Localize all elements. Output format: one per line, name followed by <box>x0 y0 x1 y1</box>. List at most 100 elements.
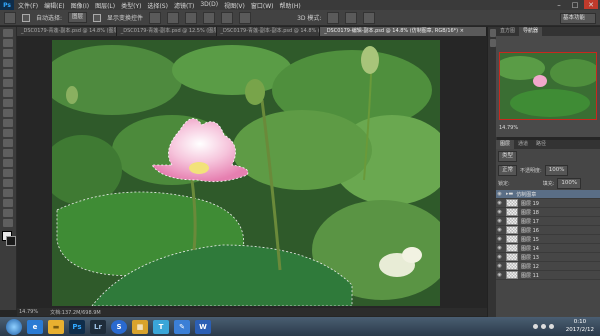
navigator-zoom[interactable]: 14.79% <box>499 125 518 131</box>
history-brush-tool-icon[interactable] <box>3 119 13 127</box>
opacity-field[interactable]: 100% <box>544 165 569 176</box>
tab-document-active[interactable]: _DSC0179-编辑-副本.psd @ 14.8% (仿制图章, RGB/16… <box>320 27 487 36</box>
align-left-icon[interactable] <box>203 11 216 24</box>
layer-row[interactable]: ◉ 图层 16 <box>496 226 600 235</box>
menu-layer[interactable]: 图层(L) <box>95 1 115 10</box>
align-top-icon[interactable] <box>149 11 162 24</box>
layer-group-row[interactable]: ◉ ▸▬ 仿制图章 <box>496 190 600 199</box>
minimize-button[interactable]: – <box>552 0 566 9</box>
move-tool-preset-icon[interactable] <box>4 11 16 24</box>
tab-paths[interactable]: 路径 <box>532 140 550 149</box>
visibility-eye-icon[interactable]: ◉ <box>496 218 503 224</box>
clone-stamp-tool-icon[interactable] <box>3 109 13 117</box>
menu-select[interactable]: 选择(S) <box>147 1 168 10</box>
ie-icon[interactable]: e <box>27 319 43 334</box>
visibility-eye-icon[interactable]: ◉ <box>496 254 503 260</box>
browser-icon[interactable]: S <box>111 319 127 334</box>
start-button[interactable] <box>6 318 22 335</box>
layer-row[interactable]: ◉ 图层 18 <box>496 208 600 217</box>
menu-edit[interactable]: 编辑(E) <box>44 1 64 10</box>
3d-roll-icon[interactable] <box>345 11 358 24</box>
workspace-dropdown[interactable]: 基本功能 <box>560 13 596 24</box>
layer-kind-dropdown[interactable]: 类型 <box>498 151 518 162</box>
layer-row[interactable]: ◉ 图层 17 <box>496 217 600 226</box>
tray-volume-icon[interactable] <box>541 324 546 329</box>
eraser-tool-icon[interactable] <box>3 129 13 137</box>
maximize-button[interactable]: □ <box>568 0 582 9</box>
tray-ime-icon[interactable] <box>549 324 554 329</box>
blend-mode-dropdown[interactable]: 正常 <box>498 165 518 176</box>
font-icon[interactable]: T <box>153 319 169 334</box>
pen-tool-icon[interactable] <box>3 169 13 177</box>
visibility-eye-icon[interactable]: ◉ <box>496 200 503 206</box>
tab-document-2[interactable]: _DSC0179-青莲-副本.psd @ 12.5% (图层... <box>116 27 217 36</box>
menu-filter[interactable]: 滤镜(T) <box>174 1 194 10</box>
fill-field[interactable]: 100% <box>557 178 582 189</box>
lightroom-icon[interactable]: Lr <box>90 319 106 334</box>
tray-network-icon[interactable] <box>533 324 538 329</box>
visibility-eye-icon[interactable]: ◉ <box>496 227 503 233</box>
move-tool-icon[interactable] <box>3 29 13 37</box>
properties-panel-icon[interactable] <box>489 39 496 47</box>
tab-channels[interactable]: 通道 <box>514 140 532 149</box>
zoom-readout[interactable]: 14.79% <box>19 309 38 315</box>
show-transform-checkbox[interactable] <box>93 13 102 22</box>
layer-row[interactable]: ◉ 图层 15 <box>496 235 600 244</box>
visibility-eye-icon[interactable]: ◉ <box>496 263 503 269</box>
visibility-eye-icon[interactable]: ◉ <box>496 209 503 215</box>
layer-row[interactable]: ◉ 图层 13 <box>496 253 600 262</box>
photoshop-icon[interactable]: Ps <box>69 319 85 334</box>
align-middle-icon[interactable] <box>167 11 180 24</box>
brush-tool-icon[interactable] <box>3 99 13 107</box>
explorer-icon[interactable]: ▦ <box>132 319 148 334</box>
word-icon[interactable]: W <box>195 319 211 334</box>
tab-document-3[interactable]: _DSC0179-青莲-副本-副本.psd @ 14.8% (选... <box>216 27 321 36</box>
auto-select-dropdown[interactable]: 图层 <box>68 12 88 23</box>
visibility-eye-icon[interactable]: ◉ <box>496 191 503 197</box>
dodge-tool-icon[interactable] <box>3 159 13 167</box>
layer-row[interactable]: ◉ 图层 14 <box>496 244 600 253</box>
menu-file[interactable]: 文件(F) <box>18 1 38 10</box>
align-bottom-icon[interactable] <box>185 11 198 24</box>
lasso-tool-icon[interactable] <box>3 49 13 57</box>
layer-row[interactable]: ◉ 图层 12 <box>496 262 600 271</box>
type-tool-icon[interactable] <box>3 179 13 187</box>
auto-select-checkbox[interactable] <box>22 13 30 22</box>
folder-icon[interactable]: ▬ <box>48 319 64 334</box>
pen-icon[interactable]: ✎ <box>174 319 190 334</box>
menu-help[interactable]: 帮助(H) <box>280 1 301 10</box>
background-color-swatch[interactable] <box>6 236 16 246</box>
hand-tool-icon[interactable] <box>3 209 13 217</box>
menu-3d[interactable]: 3D(D) <box>200 1 218 10</box>
crop-tool-icon[interactable] <box>3 69 13 77</box>
menu-image[interactable]: 图像(I) <box>71 1 89 10</box>
visibility-eye-icon[interactable]: ◉ <box>496 236 503 242</box>
navigator-thumbnail[interactable] <box>499 52 597 120</box>
shape-tool-icon[interactable] <box>3 199 13 207</box>
tab-histogram[interactable]: 直方图 <box>496 27 519 36</box>
marquee-tool-icon[interactable] <box>3 39 13 47</box>
3d-drag-icon[interactable] <box>363 11 376 24</box>
zoom-tool-icon[interactable] <box>3 219 13 227</box>
visibility-eye-icon[interactable]: ◉ <box>496 245 503 251</box>
align-center-icon[interactable] <box>221 11 234 24</box>
close-button[interactable]: ✕ <box>584 0 598 9</box>
history-panel-icon[interactable] <box>489 29 496 37</box>
path-select-tool-icon[interactable] <box>3 189 13 197</box>
tab-navigator[interactable]: 导航器 <box>519 27 543 36</box>
menu-view[interactable]: 视图(V) <box>224 1 245 10</box>
color-swatches[interactable] <box>0 231 16 249</box>
3d-rotate-icon[interactable] <box>327 11 340 24</box>
blur-tool-icon[interactable] <box>3 149 13 157</box>
visibility-eye-icon[interactable]: ◉ <box>496 272 503 278</box>
layer-row[interactable]: ◉ 图层 11 <box>496 271 600 280</box>
layer-row[interactable]: ◉ 图层 19 <box>496 199 600 208</box>
align-right-icon[interactable] <box>239 11 252 24</box>
gradient-tool-icon[interactable] <box>3 139 13 147</box>
tab-document-1[interactable]: _DSC0179-青莲-副本.psd @ 14.8% (图层1... <box>17 27 117 36</box>
quick-select-tool-icon[interactable] <box>3 59 13 67</box>
menu-window[interactable]: 窗口(W) <box>251 1 274 10</box>
document-canvas[interactable] <box>52 40 440 306</box>
tab-layers[interactable]: 图层 <box>496 140 515 149</box>
menu-type[interactable]: 类型(Y) <box>121 1 141 10</box>
